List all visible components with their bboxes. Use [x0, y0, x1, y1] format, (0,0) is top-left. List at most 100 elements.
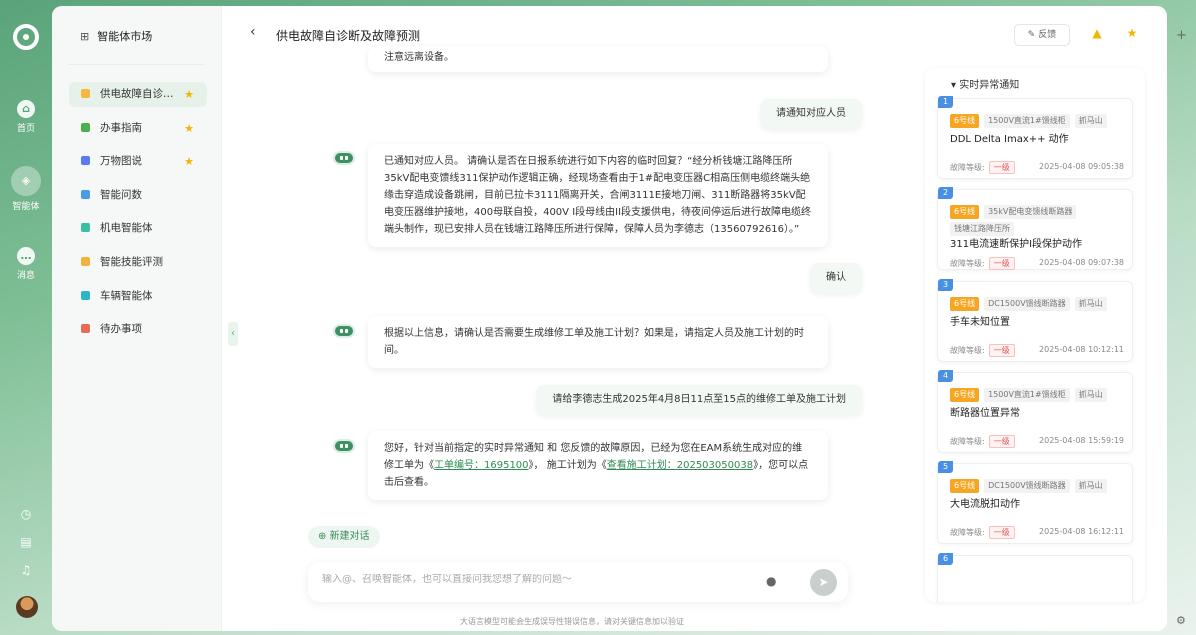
sidebar-item[interactable]: 待办事项	[69, 317, 207, 342]
agent-icon	[81, 156, 90, 166]
level-label: 故障等级:	[950, 163, 985, 172]
notice-name: DDL Delta Imax++ 动作	[950, 134, 1069, 145]
agent-icon	[81, 290, 90, 300]
sidebar-item[interactable]: 供电故障自诊… ★	[69, 82, 207, 107]
document-icon[interactable]: ▤	[19, 535, 33, 549]
star-icon[interactable]: ★	[184, 149, 194, 174]
nav-message-label: 消息	[16, 271, 35, 281]
sidebar-title[interactable]: ⊞ 智能体市场	[80, 28, 152, 44]
notice-level: 故障等级: 一级	[950, 161, 1015, 174]
notice-tag: 抓马山	[1074, 114, 1107, 128]
user-message-text: 请给李德志生成2025年4月8日11点至15点的维修工单及施工计划	[552, 394, 846, 405]
notice-tag: 6号线	[950, 205, 980, 220]
notice-tag: 钱塘江路降压所	[950, 222, 1014, 237]
notice-tag: 抓马山	[1074, 387, 1107, 402]
nav-home[interactable]: ⌂ 首页	[0, 100, 52, 134]
bot-message-text: 》， 施工计划为《	[528, 460, 607, 471]
notice-time: 2025-04-08 15:59:19	[1039, 435, 1124, 445]
notice-number: 3	[938, 278, 953, 291]
notice-card[interactable]: 1 6号线 1500V直流1#馈线柜 抓马山 DDL Delta Imax++ 动作 故障…	[937, 96, 1133, 179]
notice-card[interactable]: 5 6号线 DC1500V馈线断路器 抓马山 大电流脱扣动作 故障等级: 一级 2025-04…	[937, 461, 1133, 545]
level-label: 故障等级:	[950, 528, 985, 538]
sidebar-item[interactable]: 车辆智能体	[69, 284, 207, 309]
work-order-link[interactable]: 工单编号：1695100	[434, 460, 529, 471]
agent-icon	[81, 122, 90, 132]
notice-name: 断路器位置异常	[950, 407, 1020, 419]
notice-time: 2025-04-08 09:07:38	[1039, 258, 1124, 268]
disclaimer: 大语言模型可能会生成误导性错误信息，请对关键信息加以验证	[460, 617, 684, 626]
notice-number: 2	[938, 187, 953, 200]
sidebar-item[interactable]: 机电智能体	[69, 216, 207, 241]
send-button[interactable]: ➤	[810, 569, 837, 596]
notice-tag: 抓马山	[1074, 296, 1107, 311]
chat-input-box: ● ➤	[308, 562, 848, 602]
back-icon[interactable]: ‹	[250, 24, 256, 40]
thumbs-up-icon[interactable]: ▲	[1088, 26, 1106, 44]
microphone-icon[interactable]: ●	[766, 574, 776, 588]
add-icon[interactable]: +	[1176, 28, 1187, 43]
bot-avatar-icon	[333, 151, 355, 165]
sidebar-item-label: 车辆智能体	[100, 289, 153, 302]
notice-name: 311电流速断保护I段保护动作	[950, 239, 1083, 251]
user-message: 确认	[810, 263, 862, 293]
notice-name: 大电流脱扣动作	[950, 499, 1020, 511]
level-badge: 一级	[988, 343, 1015, 357]
notice-card[interactable]: 3 6号线 DC1500V馈线断路器 抓马山 手车未知位置 故障等级: 一级 2025-04-…	[937, 278, 1133, 362]
notice-tag: 1500V直流1#馈线柜	[984, 114, 1070, 128]
history-icon[interactable]: ◷	[19, 507, 33, 521]
sidebar-item-label: 万物图说	[100, 155, 142, 168]
notice-time: 2025-04-08 09:05:38	[1039, 162, 1124, 171]
agent-icon	[81, 257, 90, 266]
avatar[interactable]	[16, 596, 38, 618]
feedback-button[interactable]: ✎ 反馈	[1014, 24, 1070, 46]
sidebar-item[interactable]: 智能问数	[69, 183, 207, 208]
level-label: 故障等级:	[950, 259, 985, 269]
level-badge: 一级	[988, 161, 1015, 174]
notice-tag: 抓马山	[1074, 479, 1107, 494]
bell-icon[interactable]: ♫	[19, 563, 33, 577]
nav-agent[interactable]: ◈ 智能体	[0, 166, 52, 212]
app-rail: ⌂ 首页 ◈ 智能体 … 消息 ◷ ▤ ♫	[0, 0, 52, 635]
level-badge: 一级	[988, 257, 1015, 271]
divider	[68, 64, 205, 65]
notice-title[interactable]: ▾ 实时异常通知	[951, 76, 1019, 91]
main-panel: ⊞ 智能体市场 供电故障自诊… ★ 办事指南 ★ 万物图说 ★ 智能问数机电智能体智能技能评测…	[52, 6, 1167, 631]
new-chat-label: 新建对话	[329, 531, 370, 542]
sidebar-item-label: 智能技能评测	[100, 256, 163, 268]
notice-card[interactable]: 4 6号线 1500V直流1#馈线柜 抓马山 断路器位置异常 故障等级: 一级 2025-04…	[937, 369, 1133, 453]
sidebar-item[interactable]: 万物图说 ★	[69, 149, 207, 174]
plus-circle-icon: ⊕	[318, 531, 330, 542]
notice-tags: 6号线 35kV配电变馈线断路器钱塘江路降压所	[950, 205, 1126, 239]
sidebar-title-label: 智能体市场	[97, 30, 153, 43]
star-icon[interactable]: ★	[184, 82, 194, 107]
construction-plan-link[interactable]: 查看施工计划：202503050038	[607, 460, 753, 471]
level-label: 故障等级:	[950, 345, 985, 355]
new-chat-button[interactable]: ⊕ 新建对话	[308, 526, 380, 548]
level-badge: 一级	[988, 434, 1015, 448]
sidebar-item[interactable]: 智能技能评测	[69, 250, 207, 275]
gear-icon[interactable]: ⚙	[1176, 614, 1186, 627]
sidebar-item-label: 供电故障自诊…	[100, 88, 174, 100]
notice-tags: 6号线 DC1500V馈线断路器 抓马山	[950, 479, 1126, 496]
star-icon[interactable]: ★	[1123, 26, 1141, 44]
nav-message[interactable]: … 消息	[0, 247, 52, 281]
notice-time: 2025-04-08 16:12:11	[1039, 527, 1124, 537]
user-message: 请通知对应人员	[760, 99, 862, 129]
caret-down-icon: ▾	[951, 80, 960, 91]
notice-number: 4	[938, 369, 953, 382]
notice-tag: DC1500V馈线断路器	[984, 296, 1070, 311]
notice-level: 故障等级: 一级	[950, 257, 1015, 271]
agent-icon	[81, 324, 90, 334]
notice-card[interactable]: 6	[937, 552, 1133, 602]
star-icon[interactable]: ★	[184, 116, 194, 141]
app-logo	[13, 24, 39, 50]
sidebar-item[interactable]: 办事指南 ★	[69, 116, 207, 141]
notice-level: 故障等级: 一级	[950, 343, 1015, 357]
notice-tag: 6号线	[950, 387, 980, 402]
collapse-sidebar-button[interactable]: ‹	[228, 322, 238, 346]
user-message-text: 确认	[826, 272, 846, 283]
chat-input[interactable]	[322, 574, 742, 585]
notice-card[interactable]: 2 6号线 35kV配电变馈线断路器钱塘江路降压所 311电流速断保护I段保护动作 故障…	[937, 187, 1133, 271]
sidebar-item-label: 办事指南	[100, 121, 142, 134]
bot-message-text: 已通知对应人员。 请确认是否在日报系统进行如下内容的临时回复？“经分析钱塘江路降…	[384, 156, 812, 235]
